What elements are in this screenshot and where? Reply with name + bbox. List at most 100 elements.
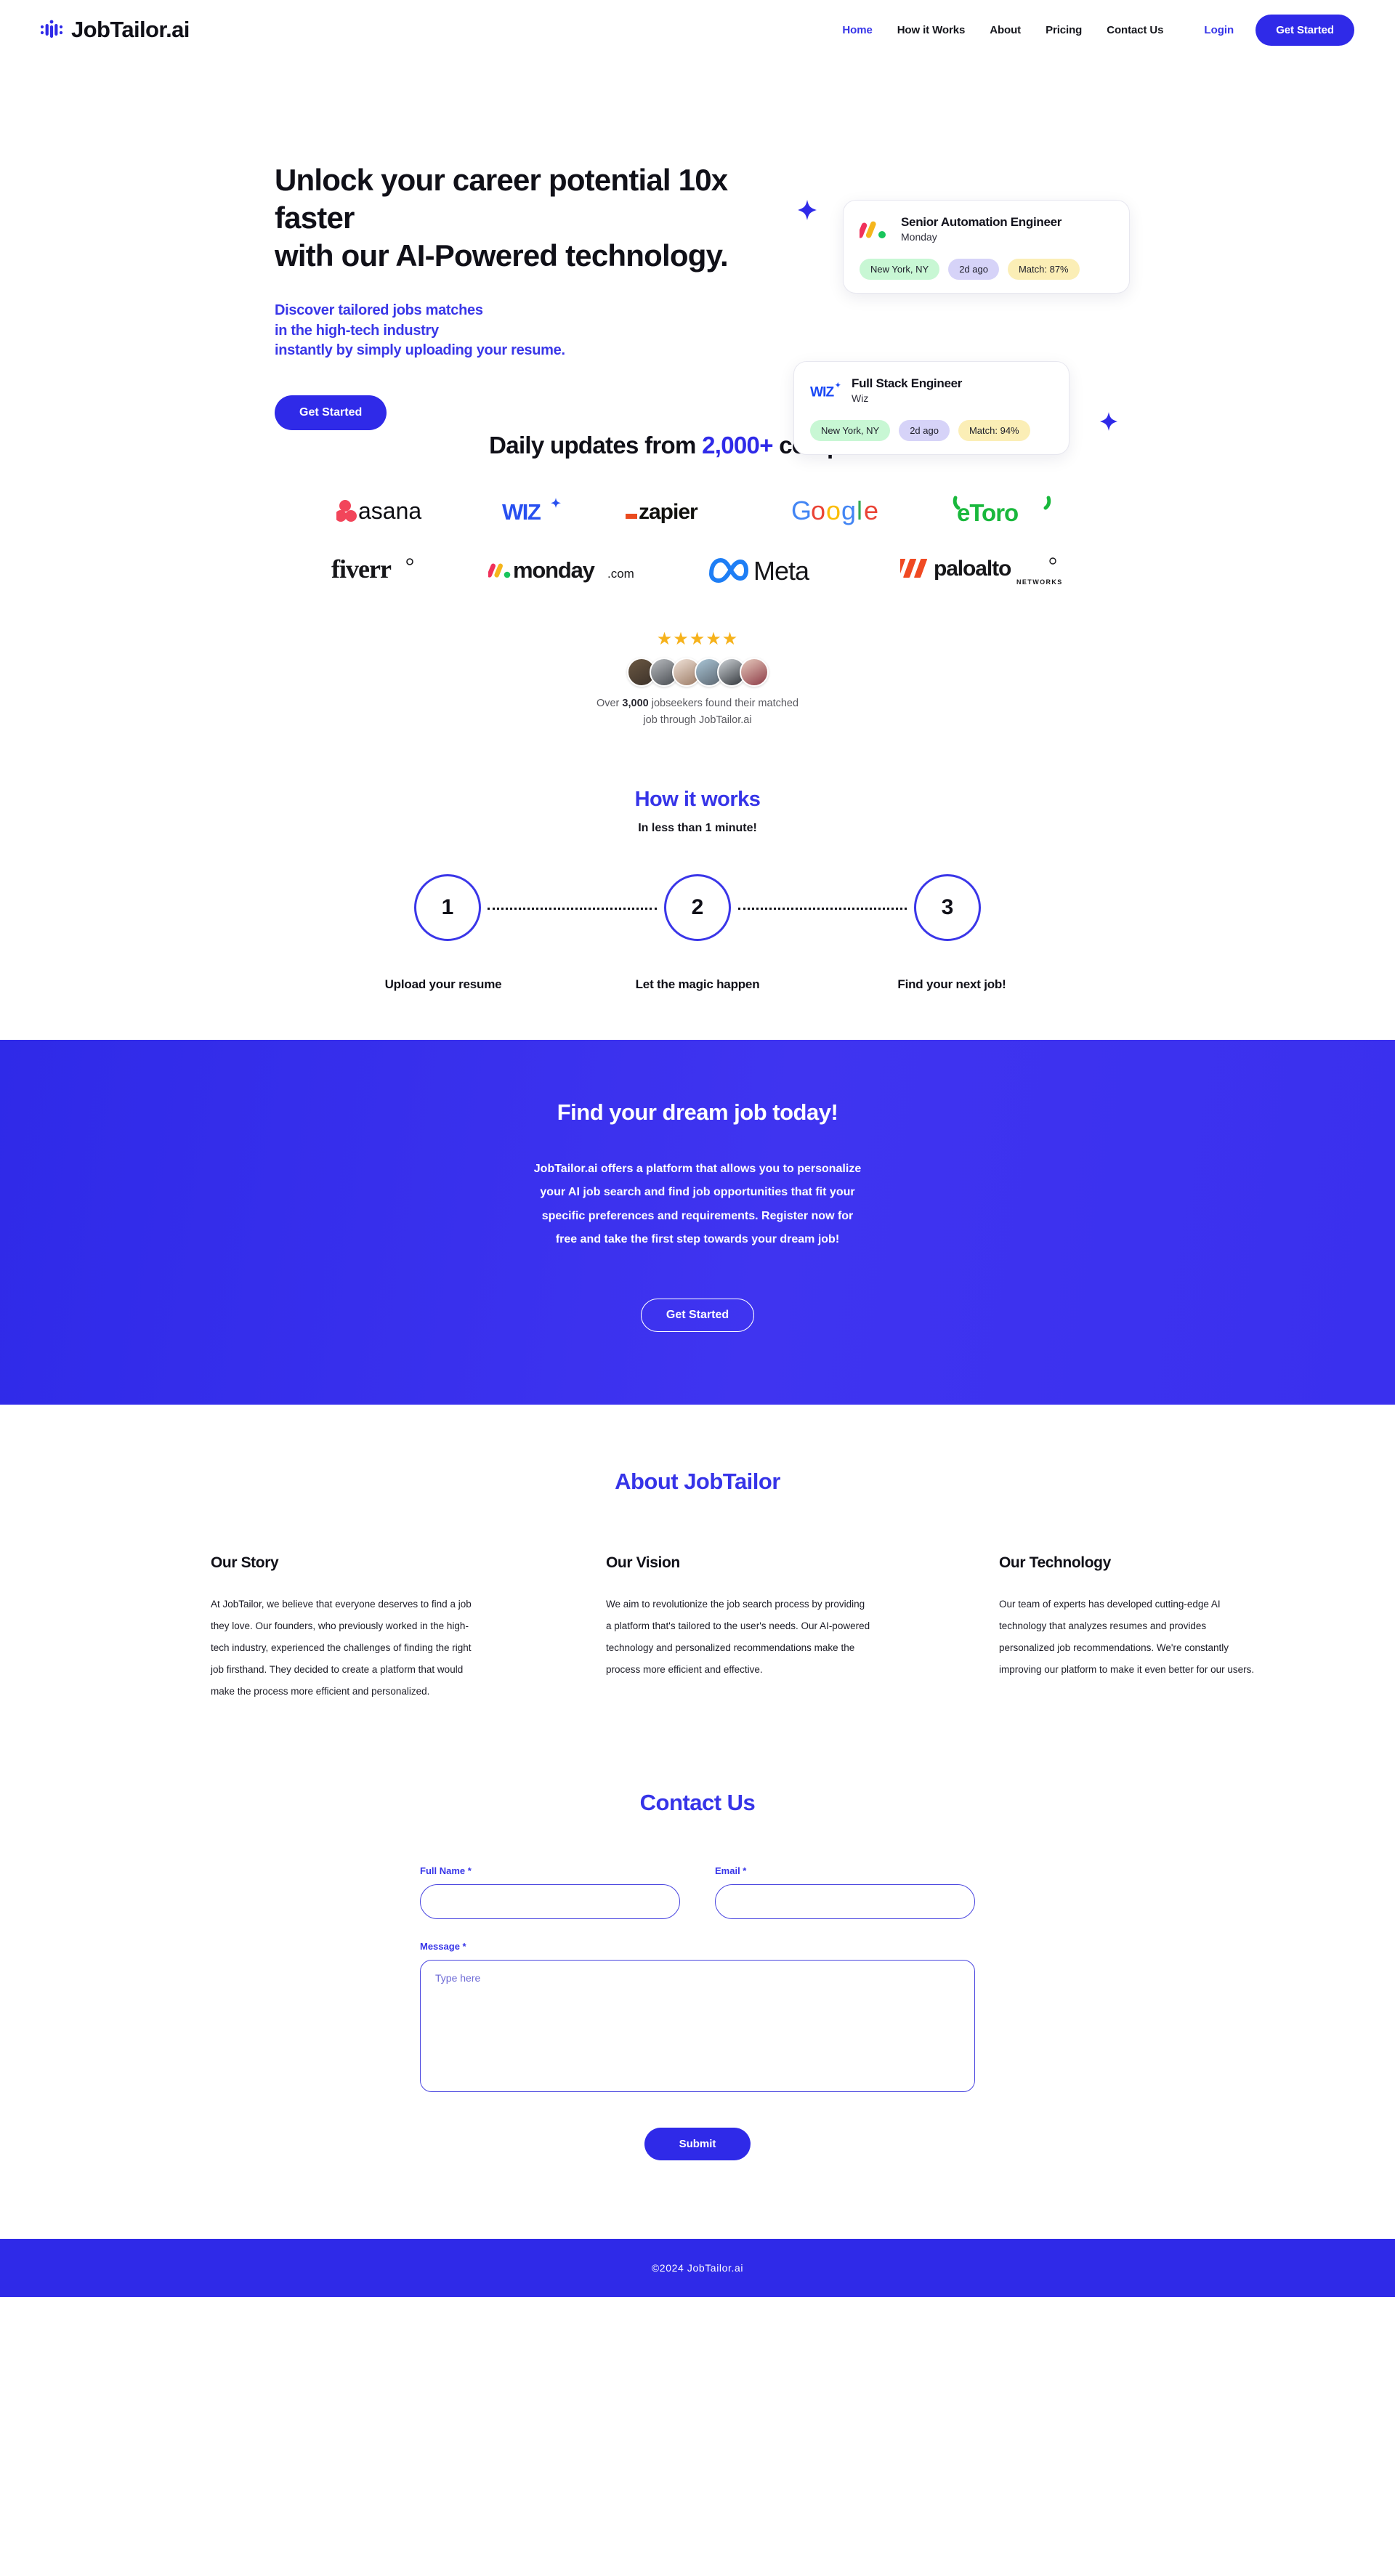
- step-circle-2: 2: [664, 873, 731, 941]
- about-column-our-story: Our Story At JobTailor, we believe that …: [211, 1554, 476, 1703]
- about-column-our-technology: Our Technology Our team of experts has d…: [999, 1554, 1264, 1703]
- job-card[interactable]: WIZ Full Stack Engineer Wiz New York, NY…: [793, 361, 1070, 455]
- job-title: Full Stack Engineer: [852, 376, 963, 390]
- nav-get-started-button[interactable]: Get Started: [1256, 14, 1354, 46]
- job-location-tag: New York, NY: [810, 420, 891, 441]
- message-field-group: Message *: [420, 1941, 975, 2096]
- contact-section: Contact Us Full Name * Email * Message *…: [0, 1703, 1395, 2161]
- job-age-tag: 2d ago: [899, 420, 950, 441]
- login-link[interactable]: Login: [1204, 24, 1234, 36]
- how-it-works-title: How it works: [634, 787, 761, 811]
- dream-job-body-line3: specific preferences and requirements. R…: [541, 1209, 854, 1222]
- asana-logo-icon: asana: [336, 494, 445, 528]
- dream-job-body-line1: JobTailor.ai offers a platform that allo…: [533, 1162, 862, 1175]
- about-section: About JobTailor Our Story At JobTailor, …: [0, 1405, 1395, 1703]
- submit-button[interactable]: Submit: [644, 2128, 751, 2161]
- company-logo-row-1: asana WIZ zapier G o o g l e eToro: [0, 494, 1395, 528]
- step-label-1: Upload your resume: [384, 977, 502, 991]
- zapier-logo-icon: zapier: [626, 494, 735, 528]
- email-label: Email *: [715, 1865, 747, 1877]
- brand-name: JobTailor.ai: [71, 17, 190, 42]
- steps-track: 1 2 3: [414, 873, 981, 961]
- svg-text:zapier: zapier: [639, 500, 698, 524]
- footer: ©2024 JobTailor.ai: [0, 2239, 1395, 2298]
- hero-subtitle-line3: instantly by simply uploading your resum…: [275, 342, 565, 359]
- about-heading: Our Vision: [606, 1554, 680, 1571]
- svg-text:WIZ: WIZ: [502, 499, 541, 525]
- dream-job-title: Find your dream job today!: [557, 1099, 838, 1125]
- social-text-line2: job through JobTailor.ai: [643, 714, 752, 727]
- hero-subtitle-line2: in the high-tech industry: [275, 322, 439, 339]
- job-card-text: Senior Automation Engineer Monday: [901, 215, 1062, 243]
- hero-title: Unlock your career potential 10x faster …: [275, 161, 740, 275]
- nav-links: Home How it Works About Pricing Contact …: [842, 24, 1163, 36]
- message-label: Message *: [420, 1941, 466, 1953]
- step-label-3: Find your next job!: [897, 977, 1006, 991]
- full-name-field-group: Full Name *: [420, 1865, 680, 1920]
- dream-job-body-line4: free and take the first step towards you…: [555, 1233, 840, 1246]
- wiz-logo-icon: WIZ: [502, 494, 569, 528]
- landing-page: JobTailor.ai Home How it Works About Pri…: [0, 0, 1395, 2298]
- job-company: Monday: [901, 231, 937, 243]
- companies-count: 2,000+: [702, 432, 773, 459]
- message-textarea[interactable]: [420, 1960, 975, 2093]
- hero-get-started-button[interactable]: Get Started: [275, 395, 387, 431]
- about-body: We aim to revolutionize the job search p…: [606, 1598, 870, 1676]
- job-card[interactable]: Senior Automation Engineer Monday New Yo…: [843, 200, 1130, 294]
- how-it-works-section: How it works In less than 1 minute! 1 2 …: [0, 788, 1395, 992]
- step-circle-3: 3: [914, 873, 981, 941]
- paloalto-networks-logo-icon: paloalto NETWORKS: [900, 552, 1064, 586]
- full-name-input[interactable]: [420, 1884, 680, 1920]
- svg-text:l: l: [857, 496, 862, 525]
- social-text-after: jobseekers found their matched: [648, 698, 799, 709]
- companies-heading-before: Daily updates from: [489, 432, 703, 459]
- nav-item-contact-us[interactable]: Contact Us: [1107, 24, 1163, 36]
- nav-item-home[interactable]: Home: [842, 24, 872, 36]
- nav-item-how-it-works[interactable]: How it Works: [897, 24, 966, 36]
- svg-text:.com: .com: [607, 567, 634, 581]
- rating-stars: ★★★★★: [656, 629, 739, 649]
- nav-actions: Login Get Started: [1204, 14, 1354, 46]
- social-proof-text: Over 3,000 jobseekers found their matche…: [0, 695, 1395, 730]
- svg-text:asana: asana: [358, 498, 421, 524]
- sparkle-icon-bottom: [1100, 412, 1117, 435]
- top-navbar: JobTailor.ai Home How it Works About Pri…: [0, 0, 1395, 60]
- step-connector-1: [488, 907, 657, 910]
- about-body: Our team of experts has developed cuttin…: [999, 1598, 1255, 1676]
- about-heading: Our Technology: [999, 1554, 1111, 1571]
- contact-form: Full Name * Email * Message * Submit: [420, 1865, 975, 2161]
- email-input[interactable]: [715, 1884, 975, 1920]
- svg-text:NETWORKS: NETWORKS: [1016, 578, 1063, 586]
- svg-text:e: e: [864, 496, 878, 525]
- wiz-logo-icon: WIZ: [810, 378, 842, 403]
- monday-logo-icon: monday .com: [488, 552, 644, 586]
- how-it-works-subtitle: In less than 1 minute!: [638, 821, 757, 834]
- job-age-tag: 2d ago: [948, 259, 999, 280]
- full-name-label: Full Name *: [420, 1865, 472, 1877]
- company-logo-row-2: fiverr monday .com Meta paloalto NETWORK…: [0, 552, 1395, 586]
- svg-text:o: o: [826, 496, 841, 525]
- svg-text:monday: monday: [513, 557, 596, 583]
- hero-subtitle-line1: Discover tailored jobs matches: [275, 302, 483, 319]
- meta-logo-icon: Meta: [707, 552, 838, 586]
- job-card-header: Senior Automation Engineer Monday: [860, 215, 1113, 243]
- about-heading: Our Story: [211, 1554, 279, 1571]
- hero-title-line1: Unlock your career potential 10x faster: [275, 163, 728, 235]
- dream-job-body: JobTailor.ai offers a platform that allo…: [480, 1158, 915, 1252]
- nav-item-pricing[interactable]: Pricing: [1046, 24, 1082, 36]
- svg-text:Meta: Meta: [753, 556, 810, 586]
- hero-subtitle: Discover tailored jobs matches in the hi…: [275, 301, 740, 361]
- fiverr-logo-icon: fiverr: [331, 552, 426, 586]
- etoro-logo-icon: eToro: [950, 494, 1059, 528]
- google-logo-icon: G o o g l e: [791, 494, 893, 528]
- job-tags: New York, NY 2d ago Match: 94%: [810, 420, 1053, 441]
- dream-job-body-line2: your AI job search and find job opportun…: [540, 1186, 855, 1199]
- nav-item-about[interactable]: About: [990, 24, 1021, 36]
- brand-logo[interactable]: JobTailor.ai: [39, 17, 190, 43]
- step-circle-1: 1: [414, 873, 481, 941]
- svg-text:WIZ: WIZ: [810, 385, 834, 400]
- dream-job-get-started-button[interactable]: Get Started: [640, 1298, 755, 1332]
- svg-text:paloalto: paloalto: [934, 557, 1011, 581]
- svg-text:G: G: [791, 496, 812, 525]
- about-title: About JobTailor: [615, 1468, 780, 1494]
